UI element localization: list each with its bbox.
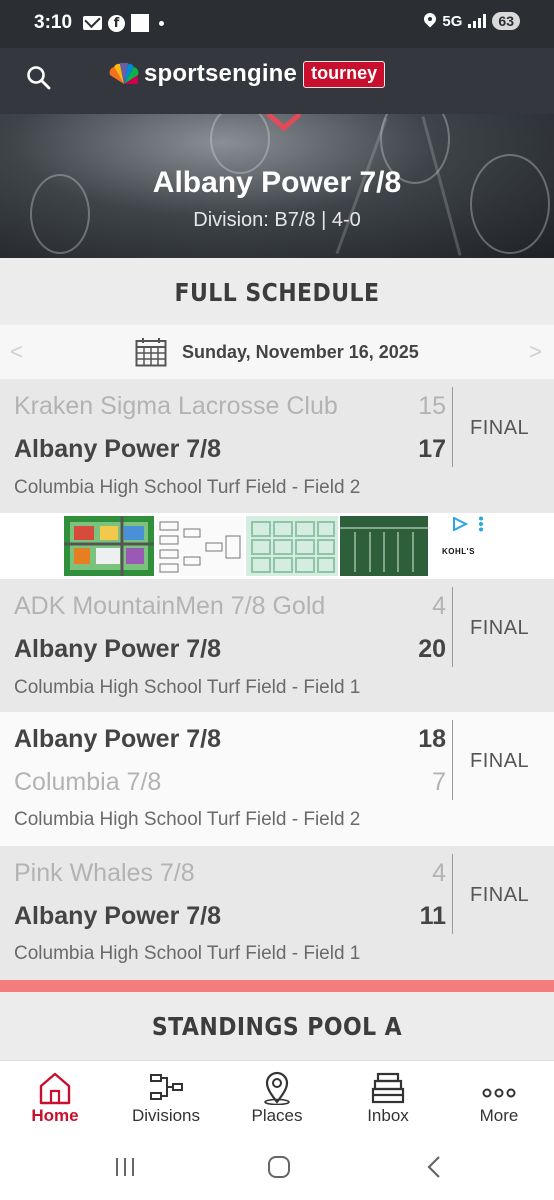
team-name: Albany Power 7/8: [14, 902, 222, 930]
date-selector: < Sunday, November 16, 2025 >: [0, 325, 554, 379]
game-status: FINAL: [470, 884, 530, 906]
ad-image[interactable]: [156, 516, 244, 576]
divider: [452, 387, 453, 467]
more-notifications-dot-icon: [159, 20, 164, 26]
app-header: sportsengine tourney: [0, 48, 554, 114]
system-navigation-bar: [0, 1132, 554, 1200]
ad-image[interactable]: [340, 516, 428, 576]
location-pin-icon: [264, 1071, 290, 1105]
team-score: 15: [418, 392, 446, 420]
nav-divisions[interactable]: Divisions: [111, 1061, 221, 1133]
back-icon[interactable]: [424, 1155, 444, 1179]
weather-channel-icon: [131, 14, 149, 32]
team-score: 20: [418, 635, 446, 663]
ad-banner[interactable]: KOHL'S: [0, 513, 554, 579]
tourney-badge: tourney: [303, 60, 386, 88]
nav-label: Home: [31, 1106, 79, 1125]
nav-inbox[interactable]: Inbox: [333, 1061, 443, 1133]
full-schedule-heading: FULL SCHEDULE: [174, 278, 380, 307]
home-circle-icon[interactable]: [267, 1155, 291, 1179]
team-name: ADK MountainMen 7/8 Gold: [14, 592, 326, 620]
prev-date-button[interactable]: <: [10, 339, 23, 365]
standings-heading: STANDINGS POOL A: [151, 1012, 403, 1041]
status-bar: 3:10 f 5G 63: [0, 0, 554, 48]
team-name: Kraken Sigma Lacrosse Club: [14, 392, 338, 420]
advertiser-name[interactable]: KOHL'S: [442, 547, 475, 556]
ad-image[interactable]: [64, 516, 154, 576]
team-score: 7: [432, 768, 446, 796]
game-card[interactable]: Pink Whales 7/8 4 Albany Power 7/8 11 Co…: [0, 846, 554, 980]
game-location: Columbia High School Turf Field - Field …: [14, 477, 361, 498]
recent-apps-icon[interactable]: [114, 1156, 136, 1178]
nav-more[interactable]: More: [444, 1061, 554, 1133]
signal-icon: [468, 14, 487, 28]
inbox-icon: [371, 1072, 405, 1104]
team-hero: Albany Power 7/8 Division: B7/8 | 4-0: [0, 114, 554, 258]
team-name: Albany Power 7/8: [14, 435, 222, 463]
game-location: Columbia High School Turf Field - Field …: [14, 677, 361, 698]
team-score: 4: [432, 859, 446, 887]
bottom-nav: Home Divisions Places Inbox More: [0, 1060, 554, 1132]
status-time: 3:10: [34, 12, 73, 33]
notification-icons: f: [83, 14, 164, 32]
mail-icon: [83, 16, 102, 30]
nav-label: Inbox: [367, 1106, 409, 1125]
divider: [452, 854, 453, 934]
nav-label: More: [479, 1106, 519, 1125]
nav-home[interactable]: Home: [0, 1061, 110, 1133]
game-card[interactable]: Albany Power 7/8 18 Columbia 7/8 7 Colum…: [0, 712, 554, 846]
home-icon: [39, 1072, 71, 1105]
team-score: 17: [418, 435, 446, 463]
network-label: 5G: [442, 12, 463, 30]
adchoices-icon[interactable]: [452, 517, 468, 531]
selected-date[interactable]: Sunday, November 16, 2025: [182, 342, 419, 363]
brand-name: sportsengine: [144, 60, 298, 87]
chevron-emblem-icon: [266, 114, 302, 132]
peacock-logo-icon: [109, 63, 139, 84]
team-score: 18: [418, 725, 446, 753]
team-division: Division: B7/8 | 4-0: [193, 209, 361, 231]
facebook-icon: f: [108, 14, 125, 32]
nav-label: Divisions: [131, 1106, 201, 1125]
next-date-button[interactable]: >: [529, 339, 542, 365]
game-location: Columbia High School Turf Field - Field …: [14, 809, 361, 830]
team-title: Albany Power 7/8: [152, 166, 402, 199]
game-status: FINAL: [470, 617, 530, 639]
location-icon: [424, 13, 436, 29]
battery-badge: 63: [492, 12, 520, 30]
game-status: FINAL: [470, 750, 530, 772]
team-name: Albany Power 7/8: [14, 635, 222, 663]
bracket-icon: [150, 1074, 183, 1100]
team-name: Pink Whales 7/8: [14, 859, 195, 887]
more-dots-icon: [482, 1088, 516, 1098]
team-name: Albany Power 7/8: [14, 725, 222, 753]
game-location: Columbia High School Turf Field - Field …: [14, 943, 361, 964]
game-card[interactable]: Kraken Sigma Lacrosse Club 15 Albany Pow…: [0, 379, 554, 513]
team-score: 4: [432, 592, 446, 620]
section-divider: [0, 980, 554, 992]
nav-label: Places: [251, 1106, 303, 1125]
team-name: Columbia 7/8: [14, 768, 162, 796]
search-icon[interactable]: [26, 65, 52, 91]
ad-image[interactable]: [246, 516, 338, 576]
more-vert-icon[interactable]: [478, 516, 484, 532]
divider: [452, 587, 453, 667]
sportsengine-logo: sportsengine tourney: [108, 60, 386, 88]
team-score: 11: [419, 902, 446, 930]
game-status: FINAL: [470, 417, 530, 439]
divider: [452, 720, 453, 800]
game-card[interactable]: ADK MountainMen 7/8 Gold 4 Albany Power …: [0, 579, 554, 712]
nav-places[interactable]: Places: [222, 1061, 332, 1133]
calendar-icon[interactable]: [135, 337, 167, 367]
status-right: 5G 63: [424, 12, 520, 30]
hero-background-shape: [210, 114, 270, 174]
